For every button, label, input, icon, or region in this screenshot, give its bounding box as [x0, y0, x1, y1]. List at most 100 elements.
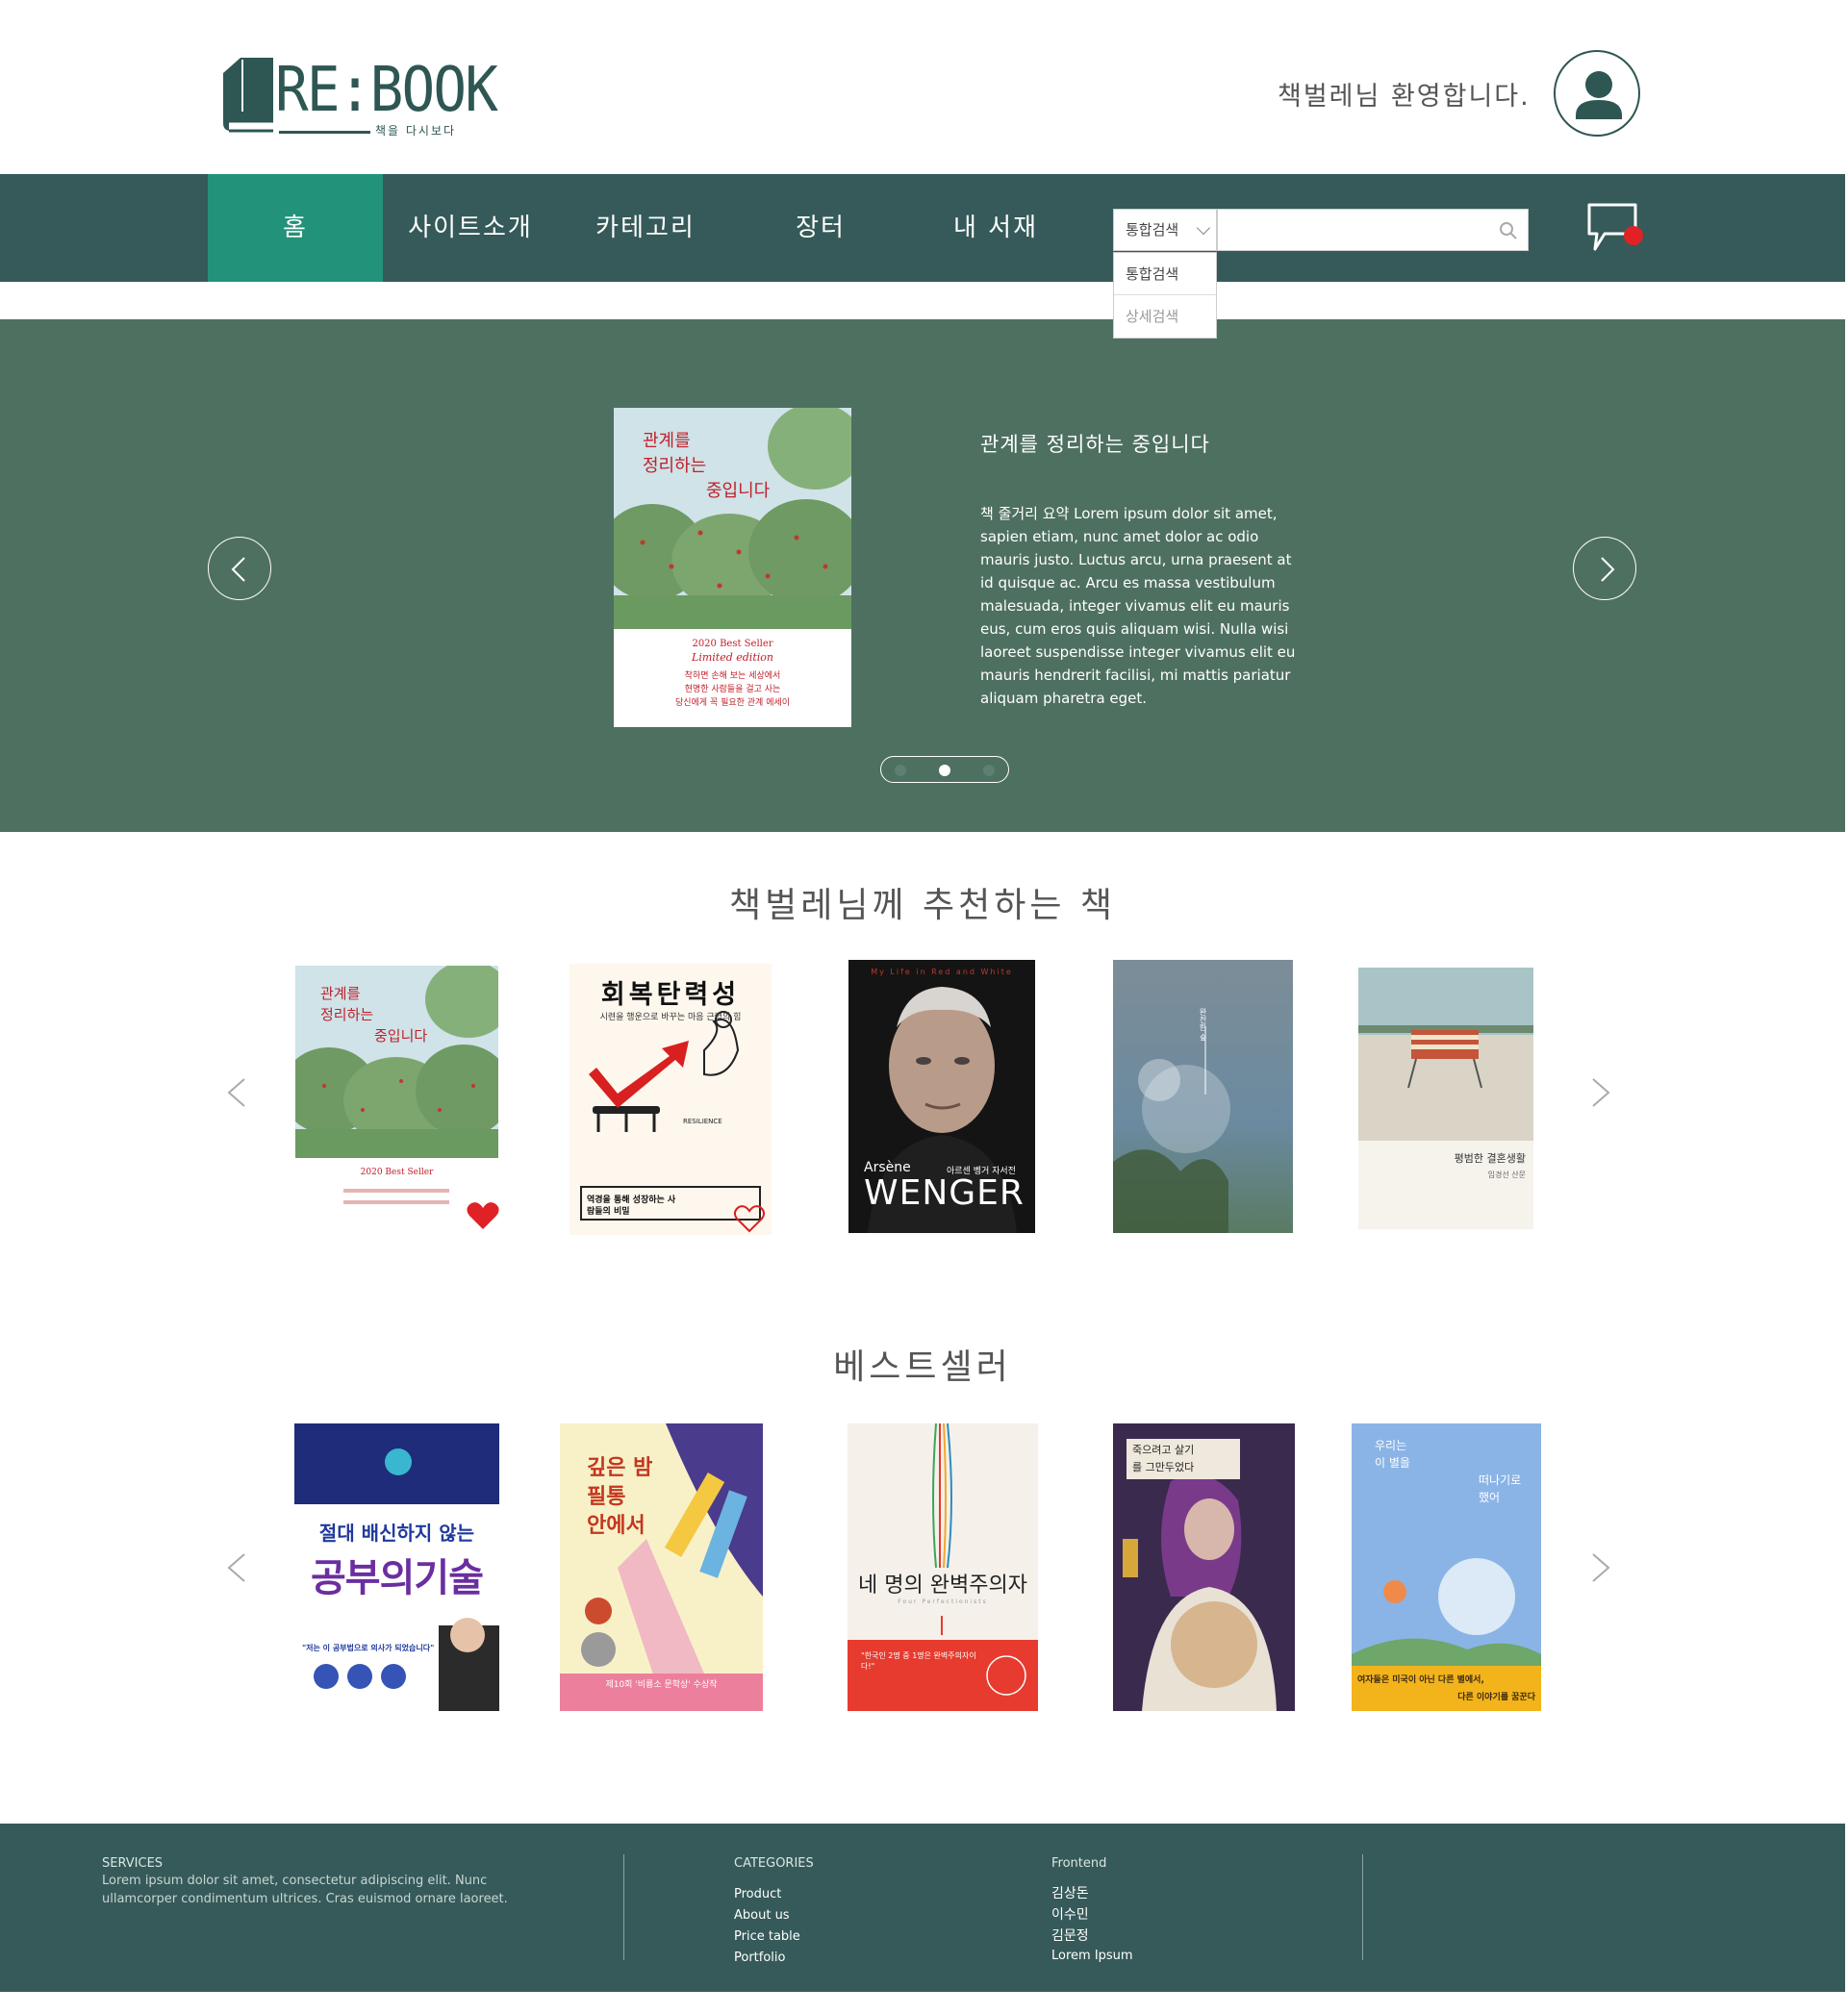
book-top-text: My Life in Red and White	[871, 968, 1013, 976]
cover-title-line: 중입니다	[706, 481, 771, 501]
book-title: 네 명의 완벽주의자	[858, 1573, 1027, 1598]
book-logo-icon	[223, 58, 273, 133]
book-title: 평범한 결혼생활	[1454, 1152, 1526, 1165]
book-title-line: 를 그만두었다	[1132, 1461, 1195, 1473]
book-tagline-placeholder	[343, 1189, 449, 1193]
cover-badge: 2020 Best Seller	[692, 639, 773, 649]
heart-filled-icon[interactable]	[466, 1200, 500, 1231]
hero-prev-button[interactable]	[208, 537, 271, 600]
footer-categories-heading: CATEGORIES	[734, 1856, 814, 1871]
book-title: 완전한 숲	[1199, 1008, 1207, 1042]
book-title-line: 우리는	[1375, 1439, 1407, 1452]
book-bottom-text: 역경을 통해 성장하는 사람들의 비밀	[587, 1196, 676, 1217]
bestseller-book-3[interactable]: 네 명의 완벽주의자 Four Perfectionists "한국인 2명 중…	[848, 1423, 1038, 1711]
book-bottom-line: 다른 이야기를 꿈꾼다	[1457, 1693, 1535, 1702]
cover-tagline: 현명한 사람들을 걸고 사는	[684, 685, 781, 694]
logo-wordmark: RE:BOOK	[275, 55, 498, 126]
book-title-line: 공부의기술	[311, 1556, 484, 1600]
book-title: 회복탄력성	[600, 980, 741, 1010]
book-award: 제10회 '비룡소 문학상' 수상작	[605, 1680, 718, 1690]
recommend-prev-arrow-icon[interactable]	[221, 1075, 250, 1110]
search-icon[interactable]	[1499, 221, 1518, 240]
book-badge: 2020 Best Seller	[360, 1168, 434, 1177]
hero-book-description: 책 줄거리 요약 Lorem ipsum dolor sit amet, sap…	[980, 505, 1296, 707]
site-logo[interactable]: RE:BOOK 책을 다시보다	[221, 50, 498, 141]
pagination-dot[interactable]	[983, 765, 995, 776]
bestseller-prev-arrow-icon[interactable]	[221, 1550, 250, 1585]
footer-link-portfolio[interactable]: Portfolio	[734, 1951, 785, 1965]
hero-carousel: 관계를 정리하는 중입니다 2020 Best Seller Limited e…	[0, 319, 1845, 832]
nav-item-home[interactable]: 홈	[208, 174, 383, 282]
nav-item-category[interactable]: 카테고리	[558, 174, 733, 282]
recommend-book-3[interactable]: My Life in Red and White Arsène 아르센 벵거 자…	[848, 960, 1035, 1233]
footer-divider	[623, 1854, 624, 1960]
pagination-dot[interactable]	[895, 765, 906, 776]
user-icon	[1576, 71, 1622, 119]
nav-item-market[interactable]: 장터	[733, 174, 908, 282]
logo-tagline: 책을 다시보다	[375, 124, 457, 138]
bestseller-section-title: 베스트셀러	[833, 1347, 1012, 1387]
chevron-left-icon	[231, 557, 245, 582]
heart-outline-icon[interactable]	[733, 1204, 766, 1233]
nav-item-about[interactable]: 사이트소개	[383, 174, 558, 282]
book-subtitle: 시련을 행운으로 바꾸는 마음 근력의 힘	[599, 1013, 742, 1022]
book-side-line: 했어	[1479, 1491, 1501, 1504]
book-title-line: 죽으려고 살기	[1132, 1444, 1195, 1456]
hero-book-cover[interactable]: 관계를 정리하는 중입니다 2020 Best Seller Limited e…	[614, 408, 851, 727]
bestseller-next-arrow-icon[interactable]	[1587, 1550, 1616, 1585]
chevron-down-icon	[1196, 220, 1211, 236]
footer-member-1[interactable]: 김상돈	[1051, 1883, 1089, 1902]
footer-divider	[1362, 1854, 1363, 1960]
dropdown-option-detailed[interactable]: 상세검색	[1114, 295, 1216, 338]
bestseller-book-5[interactable]: 우리는 이 별을 떠나기로 했어 여자들은 미국이 아닌 다른 별에서, 다른 …	[1352, 1423, 1541, 1711]
footer-services-text: Lorem ipsum dolor sit amet, consectetur …	[102, 1874, 508, 1906]
main-navigation: 홈 사이트소개 카테고리 장터 내 서재 통합검색	[0, 174, 1845, 282]
recommend-book-5[interactable]: 평범한 결혼생활 임경선 산문	[1358, 968, 1533, 1229]
book-label: RESILIENCE	[683, 1118, 722, 1125]
book-title-line: 관계를	[320, 985, 361, 1002]
nav-item-my-library[interactable]: 내 서재	[908, 174, 1083, 282]
recommend-book-1[interactable]: 관계를 정리하는 중입니다 2020 Best Seller	[295, 966, 498, 1233]
search-type-select[interactable]: 통합검색	[1113, 209, 1217, 251]
dropdown-option-integrated[interactable]: 통합검색	[1114, 253, 1216, 295]
footer-link-price-table[interactable]: Price table	[734, 1929, 800, 1944]
recommend-book-4[interactable]: 완전한 숲	[1113, 960, 1293, 1233]
book-title-line: 정리하는	[320, 1006, 374, 1023]
pagination-dot-active[interactable]	[939, 765, 950, 776]
book-bottom-line: 여자들은 미국이 아닌 다른 별에서,	[1357, 1675, 1484, 1685]
chat-notification-icon[interactable]	[1585, 201, 1645, 259]
book-name: WENGER	[864, 1173, 1025, 1213]
search-input[interactable]	[1217, 209, 1529, 251]
footer-link-product[interactable]: Product	[734, 1887, 781, 1901]
search-type-value: 통합검색	[1126, 221, 1179, 239]
book-title-line: 절대 배신하지 않는	[318, 1522, 475, 1545]
footer-member-2[interactable]: 이수민	[1051, 1904, 1089, 1924]
recommend-section-title: 책벌레님께 추천하는 책	[728, 886, 1117, 925]
footer-services-heading: SERVICES	[102, 1856, 164, 1871]
footer-link-lorem[interactable]: Lorem Ipsum	[1051, 1949, 1133, 1963]
footer-member-3[interactable]: 김문정	[1051, 1926, 1089, 1945]
recommend-next-arrow-icon[interactable]	[1587, 1075, 1616, 1110]
cover-title-line: 정리하는	[643, 456, 707, 476]
bestseller-book-2[interactable]: 깊은 밤 필통 안에서 제10회 '비룡소 문학상' 수상작	[560, 1423, 763, 1711]
footer-link-about-us[interactable]: About us	[734, 1908, 790, 1923]
welcome-message: 책벌레님 환영합니다.	[1278, 82, 1531, 112]
book-title-line: 안에서	[587, 1514, 646, 1538]
book-title-line: 필통	[587, 1485, 626, 1509]
book-side-line: 떠나기로	[1479, 1473, 1522, 1487]
bestseller-book-1[interactable]: 절대 배신하지 않는 공부의기술 "저는 이 공부법으로 의사가 되었습니다"	[294, 1423, 499, 1711]
user-avatar[interactable]	[1554, 50, 1640, 137]
hero-book-title: 관계를 정리하는 중입니다	[980, 433, 1210, 456]
cover-tagline: 당신에게 꼭 필요한 관계 에세이	[674, 698, 791, 708]
cover-tagline: 착하면 손해 보는 세상에서	[684, 671, 781, 681]
site-footer: SERVICES Lorem ipsum dolor sit amet, con…	[0, 1824, 1845, 1992]
carousel-pagination	[880, 756, 1009, 783]
book-title-line: 중입니다	[374, 1027, 428, 1045]
chevron-right-icon	[1601, 557, 1615, 582]
cover-edition: Limited edition	[692, 651, 773, 664]
hero-next-button[interactable]	[1573, 537, 1636, 600]
logo-underline	[279, 131, 370, 134]
book-title-line: 깊은 밤	[587, 1456, 653, 1480]
bestseller-book-4[interactable]: 죽으려고 살기 를 그만두었다	[1113, 1423, 1295, 1711]
recommend-book-2[interactable]: 회복탄력성 시련을 행운으로 바꾸는 마음 근력의 힘 RESILIENCE 역…	[570, 964, 772, 1235]
